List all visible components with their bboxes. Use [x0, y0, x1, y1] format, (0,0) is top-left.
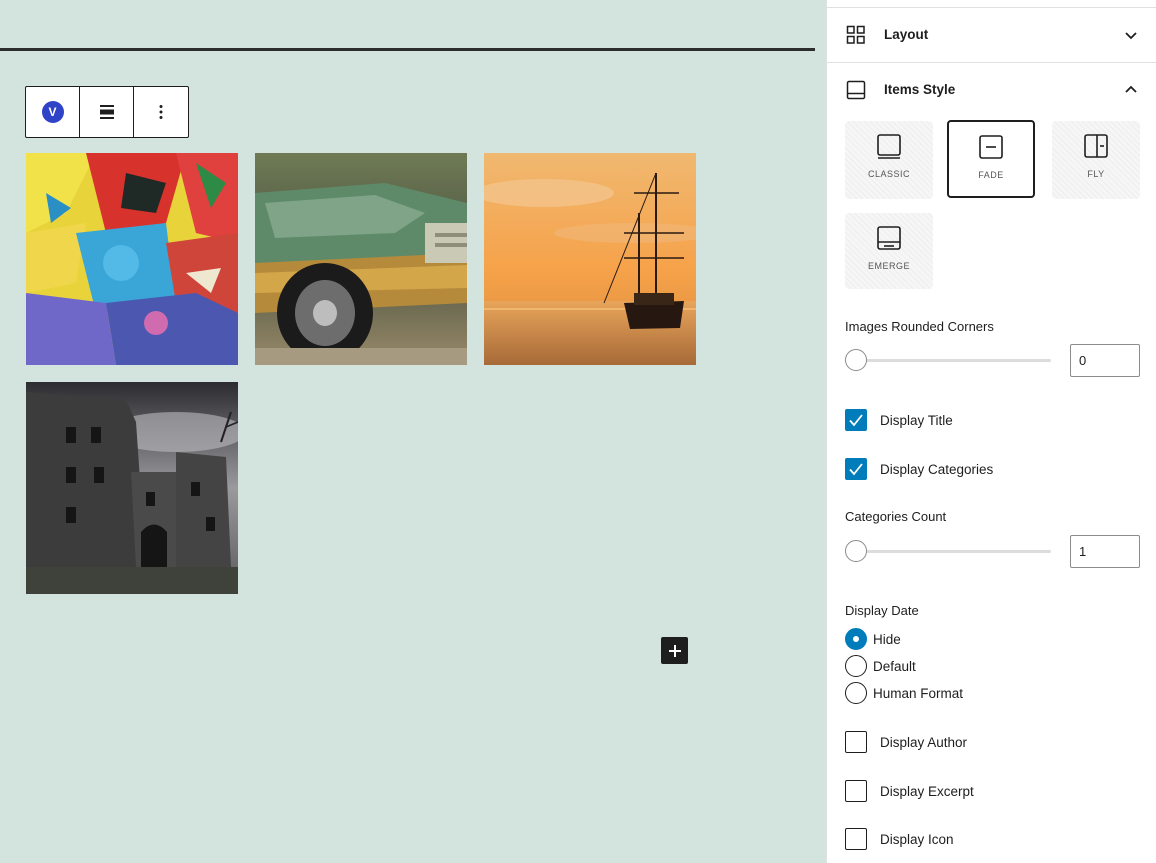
display-categories-toggle[interactable]: Display Categories — [845, 458, 993, 480]
style-option-label: EMERGE — [867, 261, 910, 271]
display-title-label: Display Title — [880, 412, 953, 428]
layout-panel-toggle[interactable]: Layout — [827, 7, 1156, 61]
slider-track — [845, 359, 1051, 362]
plus-icon — [668, 644, 681, 657]
display-author-checkbox[interactable] — [845, 731, 867, 753]
card-icon — [846, 80, 866, 99]
separator-line — [0, 48, 815, 51]
align-button[interactable] — [80, 87, 134, 137]
display-date-option-default[interactable]: Default — [845, 655, 916, 677]
align-icon — [99, 105, 114, 119]
slider-thumb[interactable] — [845, 349, 867, 371]
categories-count-slider[interactable] — [845, 540, 1051, 562]
radio-label: Hide — [873, 631, 901, 647]
sailing-ship-image[interactable] — [484, 153, 696, 365]
display-icon-label: Display Icon — [880, 831, 954, 847]
checkmark-icon — [849, 414, 863, 427]
radio-button[interactable] — [845, 655, 867, 677]
editor-canvas: V — [0, 0, 826, 863]
fly-style-icon — [1084, 134, 1108, 158]
graffiti-image[interactable] — [26, 153, 238, 365]
style-option-emerge[interactable]: EMERGE — [845, 213, 933, 289]
categories-count-label: Categories Count — [845, 509, 947, 524]
block-logo-icon: V — [41, 101, 64, 123]
rounded-corners-label: Images Rounded Corners — [845, 319, 994, 334]
style-option-fly[interactable]: FLY — [1052, 121, 1140, 199]
slider-track — [845, 550, 1051, 553]
vintage-car-image[interactable] — [255, 153, 467, 365]
display-date-option-human-format[interactable]: Human Format — [845, 682, 963, 704]
castle-ruins-image[interactable] — [26, 382, 238, 594]
display-author-label: Display Author — [880, 734, 968, 750]
style-option-label: FLY — [1087, 169, 1105, 179]
chevron-down-icon — [1125, 31, 1137, 39]
settings-sidebar: Layout Items Style CLASSIC FADE FLY EMER… — [826, 0, 1156, 863]
display-excerpt-toggle[interactable]: Display Excerpt — [845, 780, 974, 802]
display-date-label: Display Date — [845, 603, 919, 618]
style-option-label: FADE — [978, 170, 1004, 180]
categories-count-input[interactable] — [1070, 535, 1140, 568]
display-categories-label: Display Categories — [880, 461, 994, 477]
items-style-panel-toggle[interactable]: Items Style — [827, 62, 1156, 116]
radio-button[interactable] — [845, 682, 867, 704]
grid-icon — [846, 25, 865, 44]
style-option-fade[interactable]: FADE — [947, 120, 1035, 198]
more-vertical-icon — [159, 105, 163, 119]
display-icon-checkbox[interactable] — [845, 828, 867, 850]
items-style-panel-title: Items Style — [884, 82, 956, 97]
classic-style-icon — [877, 134, 901, 159]
radio-label: Default — [873, 658, 916, 674]
style-option-classic[interactable]: CLASSIC — [845, 121, 933, 199]
checkmark-icon — [849, 463, 863, 476]
display-icon-toggle[interactable]: Display Icon — [845, 828, 954, 850]
add-block-button[interactable] — [661, 637, 688, 664]
display-excerpt-label: Display Excerpt — [880, 783, 974, 799]
display-title-checkbox[interactable] — [845, 409, 867, 431]
emerge-style-icon — [877, 226, 901, 250]
display-excerpt-checkbox[interactable] — [845, 780, 867, 802]
display-date-option-hide[interactable]: Hide — [845, 628, 901, 650]
style-option-label: CLASSIC — [867, 169, 910, 179]
chevron-up-icon — [1125, 85, 1137, 93]
rounded-corners-slider[interactable] — [845, 349, 1051, 371]
rounded-corners-input[interactable] — [1070, 344, 1140, 377]
block-toolbar: V — [25, 86, 189, 138]
fade-style-icon — [979, 135, 1003, 159]
more-options-button[interactable] — [134, 87, 188, 137]
radio-label: Human Format — [873, 685, 964, 701]
radio-button[interactable] — [845, 628, 867, 650]
block-type-button[interactable]: V — [26, 87, 80, 137]
display-categories-checkbox[interactable] — [845, 458, 867, 480]
display-author-toggle[interactable]: Display Author — [845, 731, 967, 753]
layout-panel-title: Layout — [884, 27, 929, 42]
slider-thumb[interactable] — [845, 540, 867, 562]
display-title-toggle[interactable]: Display Title — [845, 409, 953, 431]
